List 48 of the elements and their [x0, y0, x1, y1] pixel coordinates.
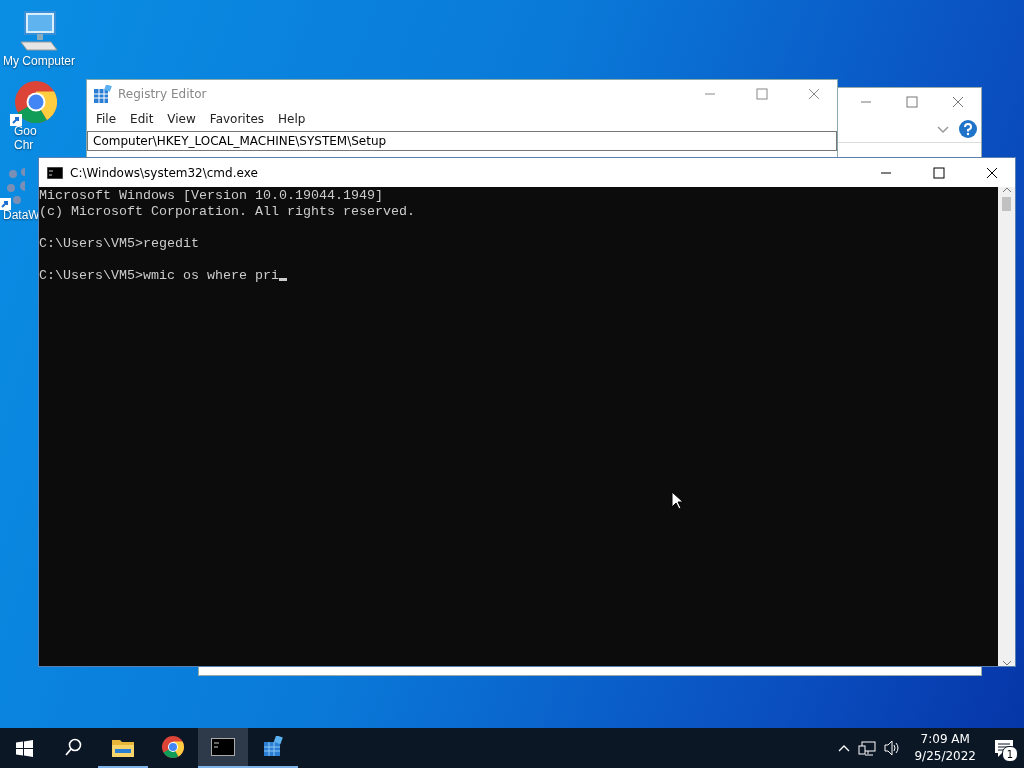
scroll-up-icon[interactable] [1001, 187, 1012, 193]
icon-label: Goo [14, 124, 37, 138]
window-title: C:\Windows\system32\cmd.exe [70, 165, 259, 180]
window-title: Registry Editor [118, 87, 208, 101]
menu-item[interactable]: View [160, 112, 203, 126]
icon-label: My Computer [3, 54, 75, 68]
icon-label: Chr [14, 138, 34, 152]
maximize-icon [905, 96, 919, 108]
computer-icon[interactable] [17, 10, 61, 54]
scrollbar[interactable] [998, 187, 1015, 666]
registry-icon [262, 736, 284, 758]
maximize-icon [755, 88, 769, 100]
close-icon [985, 166, 999, 179]
menu-item[interactable]: Edit [123, 112, 161, 126]
chevron-up-icon[interactable] [838, 743, 851, 753]
browser-icon[interactable] [14, 80, 58, 124]
search-icon [64, 738, 82, 756]
windows-start-icon[interactable] [15, 739, 33, 757]
console-line: C:\Users\VM5>regedit [39, 236, 199, 251]
notifications-button[interactable]: 1 [984, 728, 1024, 768]
console-icon [47, 166, 63, 179]
menu-item[interactable]: File [89, 112, 124, 126]
mouse-pointer-icon [671, 491, 684, 510]
browser-icon [162, 736, 184, 758]
scroll-down-icon[interactable] [1001, 660, 1012, 666]
taskbar-button[interactable] [198, 728, 248, 768]
console-line: (c) Microsoft Corporation. All rights reserved. [39, 204, 415, 219]
close-icon [807, 88, 821, 100]
notification-badge: 1 [1002, 746, 1018, 762]
console-line: Microsoft Windows [Version 10.0.19044.1949] [39, 188, 383, 203]
console-icon [211, 738, 235, 756]
clock-time: 7:09 AM [920, 731, 970, 748]
clock[interactable]: 7:09 AM 9/25/2022 [906, 728, 984, 768]
clock-date: 9/25/2022 [914, 748, 976, 765]
scroll-thumb[interactable] [1002, 197, 1011, 211]
address-field[interactable]: Computer\HKEY_LOCAL_MACHINE\SYSTEM\Setup [87, 131, 837, 151]
close-icon [951, 96, 965, 108]
maximize-icon [932, 166, 946, 179]
network-icon[interactable] [858, 740, 877, 756]
chevron-down-icon[interactable] [937, 124, 949, 134]
help-icon[interactable] [959, 120, 977, 138]
menu-item[interactable]: Favorites [202, 112, 272, 126]
icon-label: DataW [3, 208, 40, 222]
menu-item[interactable]: Help [271, 112, 313, 126]
speaker-icon[interactable] [884, 740, 901, 756]
console-line: C:\Users\VM5>wmic os where pri [39, 268, 279, 283]
folder-icon [112, 737, 134, 757]
registry-icon [94, 85, 112, 103]
